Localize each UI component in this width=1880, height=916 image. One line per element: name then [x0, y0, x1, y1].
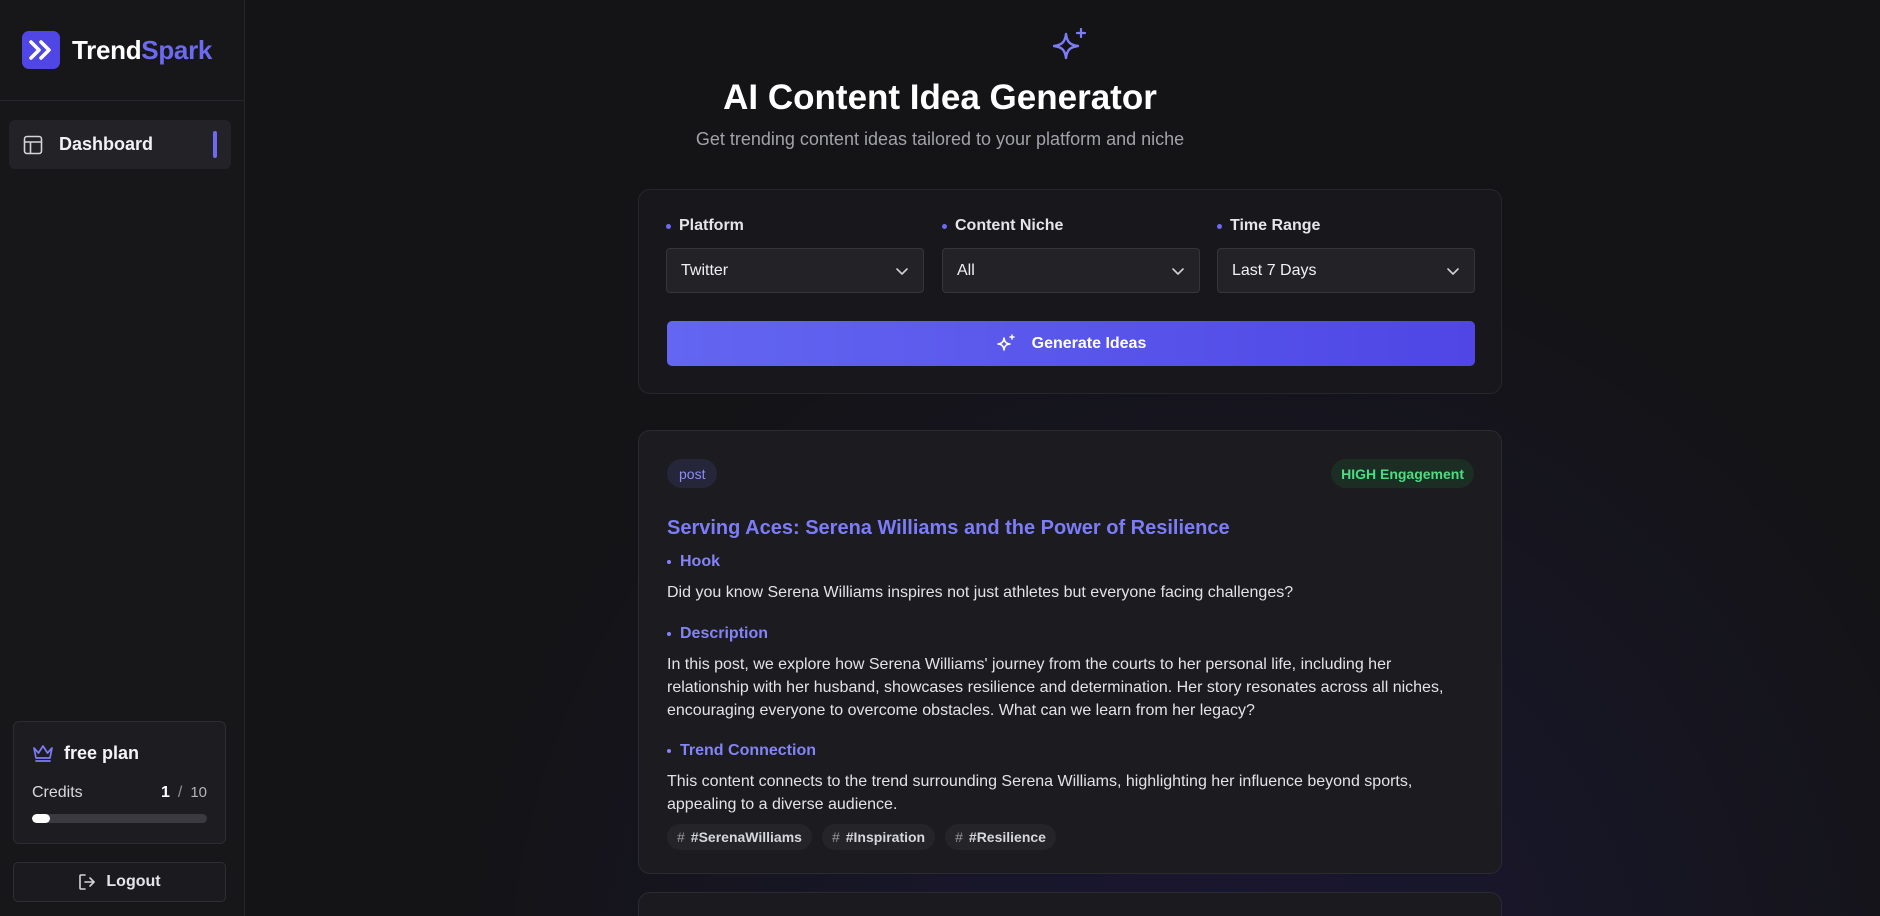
credits-value: 1/10: [160, 784, 207, 801]
generate-ideas-label: Generate Ideas: [1031, 334, 1147, 352]
description-text: In this post, we explore how Serena Will…: [667, 656, 1444, 719]
credits-progress-bar: [32, 814, 207, 823]
generate-ideas-button[interactable]: Generate Ideas: [667, 321, 1475, 366]
engagement-badge: HIGH Engagement: [1331, 459, 1474, 488]
trend-connection-text: This content connects to the trend surro…: [667, 773, 1413, 813]
time-range-label: Time Range: [1230, 217, 1321, 234]
hook-label: Hook: [667, 553, 720, 571]
platform-select[interactable]: Twitter: [666, 248, 924, 293]
page-title: AI Content Idea Generator: [723, 78, 1157, 117]
niche-select[interactable]: All: [942, 248, 1200, 293]
page-subtitle: Get trending content ideas tailored to y…: [695, 129, 1185, 149]
logout-icon: [78, 872, 98, 892]
brand-logo-icon: [22, 31, 60, 69]
hashtag[interactable]: # #Resilience: [945, 824, 1056, 850]
brand-name: TrendSpark: [72, 34, 213, 65]
logout-button[interactable]: Logout: [13, 862, 226, 902]
chevron-down-icon: [1171, 264, 1185, 278]
platform-field: Platform Twitter: [666, 216, 924, 293]
hashtag[interactable]: # #Inspiration: [821, 824, 936, 850]
time-range-value: Last 7 Days: [1232, 261, 1317, 279]
credits-progress-fill: [32, 814, 50, 823]
generator-form: Platform Twitter Content Niche All Time …: [638, 189, 1502, 394]
time-range-field: Time Range Last 7 Days: [1217, 216, 1475, 293]
plan-name: free plan: [64, 742, 140, 763]
niche-field: Content Niche All: [942, 216, 1200, 293]
idea-card: post HIGH Engagement Serving Aces: Seren…: [638, 430, 1502, 874]
chevron-down-icon: [895, 264, 909, 278]
trend-connection-label: Trend Connection: [667, 742, 816, 760]
hashtag-list: # #SerenaWilliams # #Inspiration # #Resilie…: [667, 824, 1056, 850]
idea-card-next: [638, 892, 1502, 916]
description-label: Description: [667, 625, 768, 643]
chevron-down-icon: [1446, 264, 1460, 278]
time-range-select[interactable]: Last 7 Days: [1217, 248, 1475, 293]
platform-label: Platform: [679, 217, 744, 234]
platform-value: Twitter: [681, 261, 729, 279]
niche-value: All: [957, 261, 975, 279]
credits-label: Credits: [32, 784, 83, 801]
content-type-badge: post: [667, 459, 718, 488]
plan-card: free plan Credits 1/10: [13, 721, 226, 844]
sparkles-icon: [996, 333, 1016, 354]
idea-title: Serving Aces: Serena Williams and the Po…: [667, 517, 1230, 539]
logout-label: Logout: [106, 873, 161, 890]
hook-text: Did you know Serena Williams inspires no…: [667, 584, 1294, 601]
sparkles-icon: [1051, 27, 1089, 65]
niche-label: Content Niche: [955, 217, 1064, 234]
crown-icon: [32, 742, 56, 764]
hashtag[interactable]: # #SerenaWilliams: [667, 824, 812, 850]
